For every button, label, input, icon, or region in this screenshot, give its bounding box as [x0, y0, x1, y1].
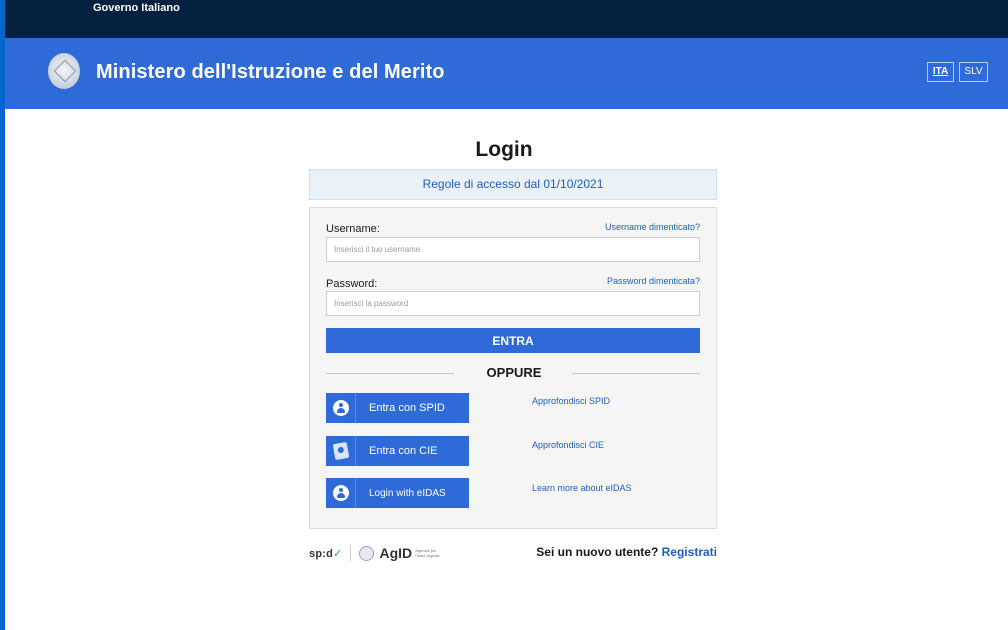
government-bar-label[interactable]: Governo Italiano [93, 2, 180, 14]
login-submit-button[interactable]: ENTRA [326, 328, 700, 353]
username-input[interactable] [326, 237, 700, 262]
republic-emblem-icon [48, 53, 80, 89]
eidas-info-link[interactable]: Learn more about eIDAS [532, 483, 632, 493]
ministry-title[interactable]: Ministero dell'Istruzione e del Merito [96, 61, 445, 84]
logo-separator [350, 545, 352, 561]
spid-login-button[interactable]: Entra con SPID [326, 393, 469, 423]
new-user-text: Sei un nuovo utente? [536, 545, 659, 559]
agid-emblem-icon [359, 545, 375, 561]
access-rules-link[interactable]: Regole di accesso dal 01/10/2021 [309, 169, 717, 200]
check-icon: ✓ [333, 547, 343, 560]
cie-info-link[interactable]: Approfondisci CIE [532, 440, 604, 450]
spid-login-label: Entra con SPID [369, 402, 445, 414]
page-title: Login [475, 138, 533, 161]
government-bar: Governo Italiano [5, 0, 1008, 38]
password-input[interactable] [326, 291, 700, 316]
agid-logo: AgID [379, 545, 413, 561]
password-label: Password: [326, 278, 378, 290]
agid-subtitle: Agenzia per l'Italia Digitale [415, 548, 440, 558]
register-link[interactable]: Registrati [662, 545, 717, 559]
spid-logo: sp:d✓ [309, 547, 342, 560]
login-card: Username: Username dimenticato? Password… [309, 207, 717, 529]
forgot-password-link[interactable]: Password dimenticata? [607, 276, 700, 286]
spid-logo-text: sp:d [309, 547, 334, 560]
user-icon [326, 393, 356, 423]
footer-logos: sp:d✓ AgID Agenzia per l'Italia Digitale [309, 544, 441, 562]
username-label: Username: [326, 223, 380, 235]
divider-label: OPPURE [486, 365, 542, 380]
id-card-icon [326, 436, 356, 466]
site-header: Ministero dell'Istruzione e del Merito I… [5, 38, 1008, 109]
language-ita-button[interactable]: ITA [927, 62, 954, 82]
eidas-login-label: Login with eIDAS [369, 487, 446, 499]
user-icon [326, 478, 356, 508]
cie-login-label: Entra con CIE [369, 445, 438, 457]
new-user-prompt: Sei un nuovo utente? Registrati [536, 545, 717, 559]
eidas-login-button[interactable]: Login with eIDAS [326, 478, 469, 508]
cie-login-button[interactable]: Entra con CIE [326, 436, 469, 466]
language-slv-button[interactable]: SLV [959, 62, 988, 82]
forgot-username-link[interactable]: Username dimenticato? [605, 222, 700, 232]
spid-info-link[interactable]: Approfondisci SPID [532, 396, 610, 406]
